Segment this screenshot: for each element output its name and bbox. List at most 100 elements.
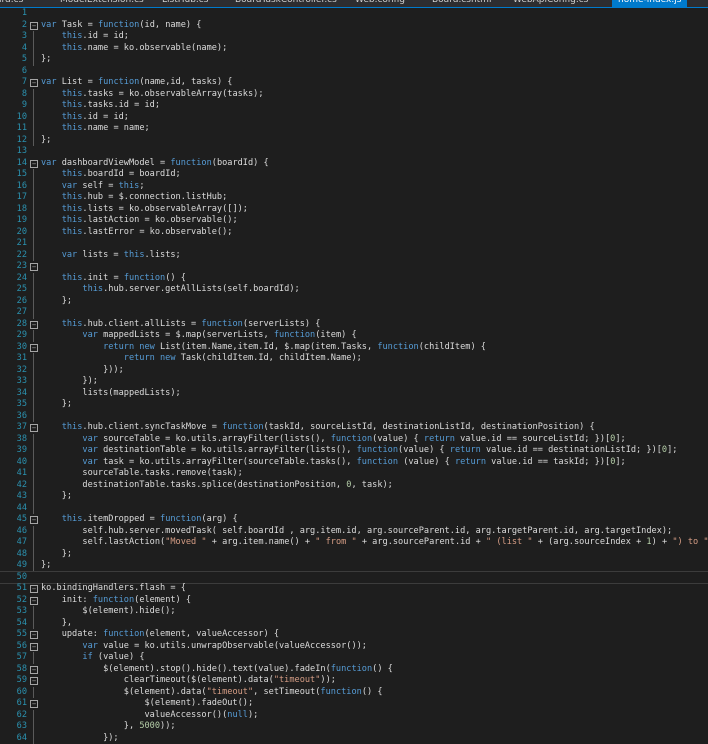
code-token: this — [41, 111, 83, 122]
tab-board-cshtml[interactable]: Board.cshtml — [432, 0, 491, 7]
code-line[interactable]: 19 this.lastAction = ko.observable(); — [0, 215, 708, 227]
collapse-icon[interactable]: − — [30, 596, 38, 605]
code-line[interactable]: 48 }; — [0, 548, 708, 561]
collapse-icon[interactable]: − — [30, 665, 38, 674]
tab-boardtaskcontroller-cs[interactable]: BoardTaskController.cs — [235, 0, 337, 7]
code-line[interactable]: 42 destinationTable.tasks.splice(destina… — [0, 479, 708, 491]
collapse-icon[interactable]: − — [30, 424, 38, 432]
code-line[interactable]: 8 this.tasks = ko.observableArray(tasks)… — [0, 88, 708, 100]
code-line[interactable]: 3 this.id = id; — [0, 31, 708, 43]
code-line[interactable]: 30− return new List(item.Name,item.Id, $… — [0, 342, 708, 354]
code-line[interactable]: 37− this.hub.client.syncTaskMove = funct… — [0, 422, 708, 434]
code-line[interactable]: 55− update: function(element, valueAcces… — [0, 629, 708, 641]
code-line[interactable]: 2− var Task = function(id, name) { — [0, 20, 708, 32]
code-line[interactable]: 28− this.hub.client.allLists = function(… — [0, 319, 708, 331]
code-line[interactable]: 52− init: function(element) { — [0, 595, 708, 607]
code-line[interactable]: 43 }; — [0, 491, 708, 503]
code-line[interactable]: 34 lists(mappedLists); — [0, 387, 708, 399]
collapse-icon[interactable]: − — [30, 585, 38, 593]
collapse-icon[interactable]: − — [30, 263, 38, 271]
code-text: var sourceTable = ko.utils.arrayFilter(l… — [41, 434, 625, 446]
code-line[interactable]: 23− — [0, 261, 708, 273]
code-line[interactable]: 60 $(element).data("timeout", setTimeout… — [0, 686, 708, 698]
code-line[interactable]: 22 var lists = this.lists; — [0, 249, 708, 261]
line-number: 34 — [16, 387, 27, 398]
code-line[interactable]: 57 if (value) { — [0, 652, 708, 664]
code-line[interactable]: 17 this.hub = $.connection.listHub; — [0, 192, 708, 204]
collapse-icon[interactable]: − — [30, 343, 38, 352]
code-line[interactable]: 32 })); — [0, 364, 708, 376]
code-line[interactable]: 53 $(element).hide(); — [0, 606, 708, 618]
code-line[interactable]: 62 valueAccessor()(null); — [0, 709, 708, 721]
code-line[interactable]: 21 — [0, 238, 708, 250]
code-line[interactable]: 10 this.id = id; — [0, 111, 708, 123]
collapse-icon[interactable]: − — [30, 677, 38, 685]
code-line[interactable]: 44 — [0, 502, 708, 514]
code-line[interactable]: 56− var value = ko.utils.unwrapObservabl… — [0, 641, 708, 653]
code-line[interactable]: 20 this.lastError = ko.observable(); — [0, 226, 708, 238]
tab-listhub-cs[interactable]: ListHub.cs — [162, 0, 208, 7]
code-line[interactable]: 50 — [0, 570, 708, 584]
code-line[interactable]: 35 }; — [0, 399, 708, 411]
collapse-icon[interactable]: − — [30, 21, 38, 30]
code-line[interactable]: 29 var mappedLists = $.map(serverLists, … — [0, 330, 708, 342]
code-line[interactable]: 11 this.name = name; — [0, 123, 708, 135]
code-text: }; — [41, 549, 72, 561]
code-line[interactable]: 15 this.boardId = boardId; — [0, 169, 708, 181]
code-line[interactable]: 64 }); — [0, 732, 708, 744]
collapse-icon[interactable]: − — [30, 320, 38, 329]
code-editor[interactable]: 1 2− var Task = function(id, name) {3 this… — [0, 8, 708, 744]
outline-guide — [33, 330, 34, 342]
line-number: 13 — [16, 146, 27, 156]
tab-webapiconfig-cs[interactable]: WebApiConfig.cs — [513, 0, 588, 7]
code-line[interactable]: 47 self.lastAction("Moved " + arg.item.n… — [0, 537, 708, 549]
code-line[interactable]: 38 var sourceTable = ko.utils.arrayFilte… — [0, 433, 708, 446]
code-line[interactable]: 7− var List = function(name,id, tasks) { — [0, 77, 708, 89]
code-line[interactable]: 25 this.hub.server.getAllLists(self.boar… — [0, 284, 708, 296]
code-line[interactable]: 45− this.itemDropped = function(arg) { — [0, 514, 708, 526]
tab-web-config[interactable]: Web.config — [355, 0, 405, 7]
code-line[interactable]: 14− var dashboardViewModel = function(boa… — [0, 158, 708, 170]
code-line[interactable]: 18 this.lists = ko.observableArray([]); — [0, 203, 708, 215]
code-line[interactable]: 49}; — [0, 560, 708, 572]
tab-ard-cs[interactable]: ard.cs — [0, 0, 23, 7]
collapse-icon[interactable]: − — [30, 700, 38, 708]
code-line[interactable]: 33 }); — [0, 376, 708, 388]
code-line[interactable]: 46 self.hub.server.movedTask( self.board… — [0, 525, 708, 537]
collapse-icon[interactable]: − — [30, 516, 38, 524]
code-line[interactable]: 51− ko.bindingHandlers.flash = { — [0, 583, 708, 595]
code-token: (element) { — [134, 594, 192, 605]
line-number: 61 — [16, 698, 27, 708]
code-line[interactable]: 27 — [0, 307, 708, 319]
tab-home-index-js[interactable]: home-index.js — [612, 0, 688, 7]
code-line[interactable]: 39 var destinationTable = ko.utils.array… — [0, 445, 708, 457]
code-line[interactable]: 5}; — [0, 54, 708, 66]
collapse-icon[interactable]: − — [30, 642, 38, 651]
code-line[interactable]: 61− $(element).fadeOut(); — [0, 698, 708, 710]
code-line[interactable]: 41 sourceTable.tasks.remove(task); — [0, 468, 708, 480]
code-line[interactable]: 6 — [0, 66, 708, 78]
code-line[interactable]: 31 return new Task(childItem.Id, childIt… — [0, 353, 708, 365]
code-line[interactable]: 12}; — [0, 134, 708, 146]
collapse-icon[interactable]: − — [30, 159, 38, 168]
line-number: 33 — [16, 376, 27, 386]
code-line[interactable]: 9 this.tasks.id = id; — [0, 100, 708, 112]
code-line[interactable]: 13 — [0, 146, 708, 158]
tab-modelextension-cs[interactable]: ModelExtension.cs — [60, 0, 144, 7]
collapse-icon[interactable]: − — [30, 79, 38, 87]
code-line[interactable]: 58− $(element).stop().hide().text(value)… — [0, 664, 708, 676]
code-line[interactable]: 36 — [0, 410, 708, 422]
collapse-icon[interactable]: − — [30, 631, 38, 639]
code-line[interactable]: 40 var task = ko.utils.arrayFilter(sourc… — [0, 456, 708, 468]
outline-guide — [33, 284, 34, 296]
code-line[interactable]: 24 this.init = function() { — [0, 272, 708, 284]
code-line[interactable]: 26 }; — [0, 295, 708, 307]
code-line[interactable]: 1 — [0, 8, 708, 20]
code-token: )); — [160, 721, 176, 731]
code-line[interactable]: 54 }, — [0, 617, 708, 629]
code-line[interactable]: 4 this.name = ko.observable(name); — [0, 42, 708, 54]
code-line[interactable]: 63 }, 5000)); — [0, 721, 708, 733]
line-number: 20 — [16, 226, 27, 237]
code-line[interactable]: 59− clearTimeout($(element).data("timeou… — [0, 675, 708, 687]
code-line[interactable]: 16 var self = this; — [0, 180, 708, 192]
